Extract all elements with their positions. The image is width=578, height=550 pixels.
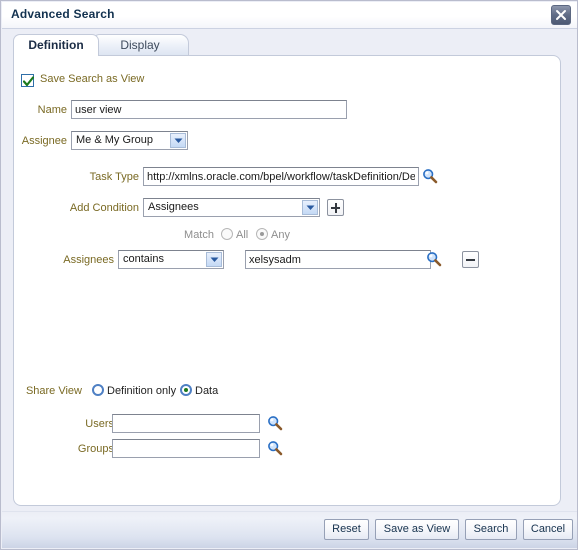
tab-strip: Display Definition <box>13 34 561 56</box>
save-search-as-view-label: Save Search as View <box>40 73 145 85</box>
add-condition-label: Add Condition <box>69 202 139 214</box>
assignee-label: Assignee <box>21 135 67 147</box>
dialog-title: Advanced Search <box>11 7 115 21</box>
add-condition-select-value: Assignees <box>148 201 199 213</box>
assignee-select-value: Me & My Group <box>76 134 154 146</box>
share-view-definition-only-radio[interactable] <box>92 384 104 396</box>
share-view-definition-only-label: Definition only <box>107 385 177 397</box>
share-view-data-radio-dot <box>184 388 188 392</box>
match-any-radio[interactable] <box>256 228 268 240</box>
groups-input[interactable] <box>112 439 260 458</box>
cancel-button[interactable]: Cancel <box>523 519 573 540</box>
chevron-down-icon[interactable] <box>170 133 186 148</box>
assignees-operator-value: contains <box>123 253 164 265</box>
share-view-data-label: Data <box>195 385 219 397</box>
task-type-search-magnifier-icon[interactable] <box>422 168 438 184</box>
match-all-radio[interactable] <box>221 228 233 240</box>
match-any-radio-dot <box>260 232 264 236</box>
definition-tab-panel: Save Search as View Name Assignee Me & M… <box>13 55 561 506</box>
tab-definition[interactable]: Definition <box>13 34 99 56</box>
dialog-titlebar: Advanced Search <box>2 2 577 29</box>
search-button[interactable]: Search <box>465 519 517 540</box>
groups-search-magnifier-icon[interactable] <box>267 440 283 456</box>
checkmark-icon <box>23 76 34 87</box>
add-condition-select[interactable]: Assignees <box>143 198 320 217</box>
close-icon[interactable] <box>551 5 571 25</box>
assignees-search-magnifier-icon[interactable] <box>426 251 442 267</box>
save-search-as-view-checkbox[interactable] <box>21 74 34 87</box>
reset-button[interactable]: Reset <box>324 519 369 540</box>
save-as-view-button[interactable]: Save as View <box>375 519 459 540</box>
name-input[interactable] <box>71 100 347 119</box>
assignee-select[interactable]: Me & My Group <box>71 131 188 150</box>
assignees-value-input[interactable] <box>245 250 431 269</box>
tab-display[interactable]: Display <box>91 34 189 56</box>
plus-icon-vertical <box>335 203 337 213</box>
assignees-condition-label: Assignees <box>63 254 114 266</box>
add-condition-button[interactable] <box>327 199 344 216</box>
chevron-down-icon[interactable] <box>206 252 222 267</box>
match-all-label: All <box>236 229 249 241</box>
task-type-label: Task Type <box>89 171 139 183</box>
users-input[interactable] <box>112 414 260 433</box>
dialog-footer: Reset Save as View Search Cancel <box>2 511 577 548</box>
users-search-magnifier-icon[interactable] <box>267 415 283 431</box>
chevron-down-icon[interactable] <box>302 200 318 215</box>
minus-icon <box>466 259 475 261</box>
groups-label: Groups <box>77 443 114 455</box>
remove-condition-button[interactable] <box>462 251 479 268</box>
name-label: Name <box>37 104 67 116</box>
assignees-operator-select[interactable]: contains <box>118 250 224 269</box>
advanced-search-dialog: Advanced Search Display Definition Save … <box>0 0 578 550</box>
tab-panel-seam <box>14 54 98 57</box>
share-view-label: Share View <box>25 385 82 397</box>
match-any-label: Any <box>271 229 290 241</box>
match-label: Match <box>184 229 214 241</box>
users-label: Users <box>85 418 114 430</box>
task-type-input[interactable] <box>143 167 419 186</box>
share-view-data-radio[interactable] <box>180 384 192 396</box>
